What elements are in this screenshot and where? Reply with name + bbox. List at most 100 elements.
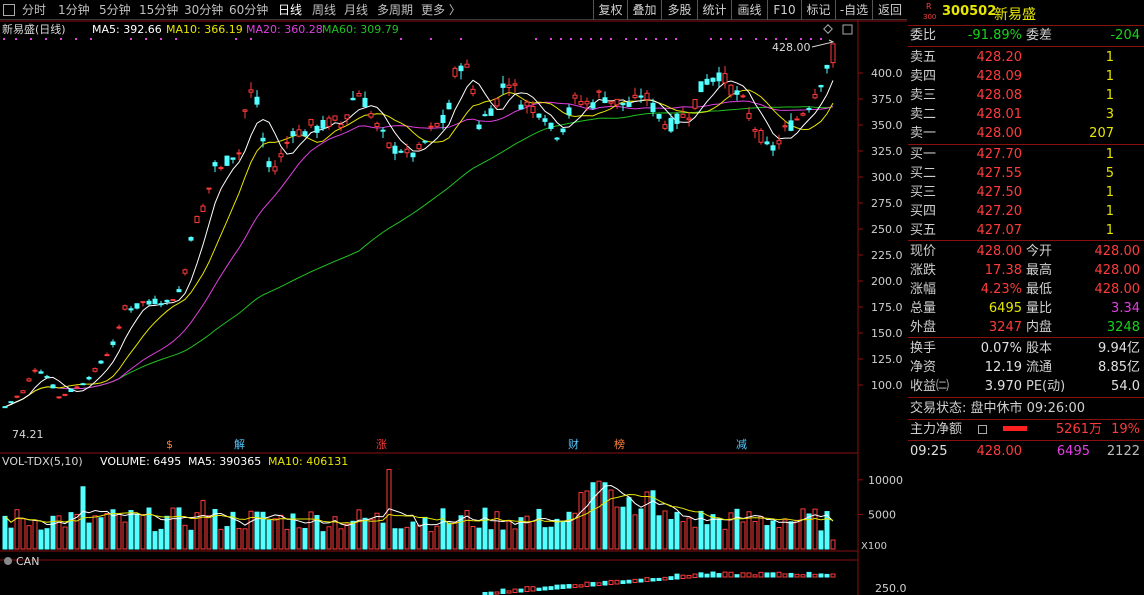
signal-dot xyxy=(45,38,47,40)
can-indicator-icon xyxy=(4,557,12,565)
volume-bar xyxy=(458,515,464,550)
signal-dot xyxy=(130,38,132,40)
menu-square-icon[interactable] xyxy=(3,4,15,16)
mark-button[interactable]: 标记 xyxy=(801,0,835,20)
tab-monthly[interactable]: 月线 xyxy=(344,3,368,17)
tab-60min[interactable]: 60分钟 xyxy=(229,3,268,17)
candle-body xyxy=(488,108,494,116)
signal-dot xyxy=(625,38,627,40)
can-bar xyxy=(614,579,620,585)
volume-bar xyxy=(308,511,314,550)
price-tick-label: 275.0 xyxy=(871,197,903,210)
volume-bar xyxy=(326,526,332,550)
volume-bar xyxy=(302,527,308,550)
weibi-row: 委比 -91.89% 委差 -204 xyxy=(910,28,1140,43)
tab-15min[interactable]: 15分钟 xyxy=(139,3,178,17)
can-bar xyxy=(794,573,800,578)
multi-stock-button[interactable]: 多股 xyxy=(661,0,697,20)
candle-body xyxy=(314,125,320,133)
watchlist-button[interactable]: -自选 xyxy=(835,0,872,20)
statistics-button[interactable]: 统计 xyxy=(697,0,731,20)
volume-bar xyxy=(206,515,212,550)
volume-bar xyxy=(38,529,44,550)
candle-body xyxy=(368,113,374,118)
tab-5min[interactable]: 5分钟 xyxy=(99,3,131,17)
tab-daily[interactable]: 日线 xyxy=(278,3,302,17)
f10-button[interactable]: F10 xyxy=(767,0,801,20)
candle-body xyxy=(596,90,602,93)
main-flow-row[interactable]: 主力净额 5261万 19% xyxy=(908,420,1144,439)
volume-bar xyxy=(542,527,548,550)
volume-bar xyxy=(236,527,242,550)
candle-body xyxy=(770,145,776,151)
candle-body xyxy=(302,131,308,137)
can-bar xyxy=(494,591,500,595)
signal-dot xyxy=(460,38,462,40)
signal-dot xyxy=(570,38,572,40)
volume-bar xyxy=(506,521,512,550)
candle-body xyxy=(620,102,626,106)
candle-body xyxy=(278,153,284,158)
draw-line-button[interactable]: 画线 xyxy=(731,0,767,20)
tab-multi-period[interactable]: 多周期 xyxy=(377,3,413,17)
ask-row: 卖四 428.09 1 xyxy=(910,69,1114,84)
tab-30min[interactable]: 30分钟 xyxy=(184,3,223,17)
fuquan-button[interactable]: 复权 xyxy=(593,0,627,20)
candle-body xyxy=(386,142,392,149)
volume-bar xyxy=(374,512,380,550)
candle-body xyxy=(164,299,170,303)
can-bar xyxy=(668,576,674,581)
candle-body xyxy=(494,98,500,107)
volume-bar xyxy=(68,512,74,550)
tab-weekly[interactable]: 周线 xyxy=(312,3,336,17)
ma60-label: MA60: 309.79 xyxy=(322,23,399,36)
volume-bar xyxy=(758,516,764,550)
window-toggle-icon[interactable] xyxy=(842,24,853,35)
candle-body xyxy=(134,303,140,309)
vol-header: VOL-TDX(5,10) xyxy=(2,455,83,468)
candle-body xyxy=(548,122,554,129)
candle-body xyxy=(416,143,422,150)
stat-row: 涨跌 17.38 最高 428.00 xyxy=(910,263,1140,278)
back-button[interactable]: 返回 xyxy=(872,0,907,20)
volume-bar xyxy=(752,520,758,550)
volume-bar xyxy=(182,524,188,550)
tab-fenshi[interactable]: 分时 xyxy=(22,3,46,17)
tab-more[interactable]: 更多 〉 xyxy=(421,3,461,17)
event-marker-label: 减 xyxy=(736,438,747,451)
candle-body xyxy=(200,205,206,212)
volume-bar xyxy=(692,526,698,550)
fundamental-row: 净资 12.19 流通 8.85亿 xyxy=(910,360,1140,375)
candle-body xyxy=(188,237,194,241)
volume-bar xyxy=(20,518,26,550)
candle-body xyxy=(284,141,290,144)
signal-dot xyxy=(235,38,237,40)
candle-body xyxy=(206,187,212,190)
candle-body xyxy=(446,102,452,110)
candle-body xyxy=(422,140,428,143)
signal-dot xyxy=(590,38,592,40)
signal-dot xyxy=(610,38,612,40)
candle-body xyxy=(140,301,146,304)
volume-bar xyxy=(818,530,824,550)
candle-body xyxy=(26,378,32,382)
candle-body xyxy=(464,63,470,68)
can-bar xyxy=(536,587,542,592)
tab-1min[interactable]: 1分钟 xyxy=(58,3,90,17)
candle-body xyxy=(248,89,254,93)
volume-bar xyxy=(500,529,506,550)
candle-body xyxy=(626,102,632,107)
candle-body xyxy=(398,150,404,153)
overlay-button[interactable]: 叠加 xyxy=(627,0,661,20)
volume-bar xyxy=(62,526,68,550)
candle-body xyxy=(170,299,176,302)
flow-detail-icon[interactable] xyxy=(978,425,987,434)
volume-bar xyxy=(782,519,788,550)
candle-body xyxy=(2,406,8,409)
badge-top: R xyxy=(926,2,932,11)
kline-chart[interactable]: 新易盛(日线) MA5: 392.66 MA10: 366.19 MA20: 3… xyxy=(0,20,907,595)
volume-bar xyxy=(566,511,572,550)
candle-body xyxy=(260,137,266,142)
volume-bar xyxy=(2,515,8,550)
can-bar xyxy=(686,574,692,579)
